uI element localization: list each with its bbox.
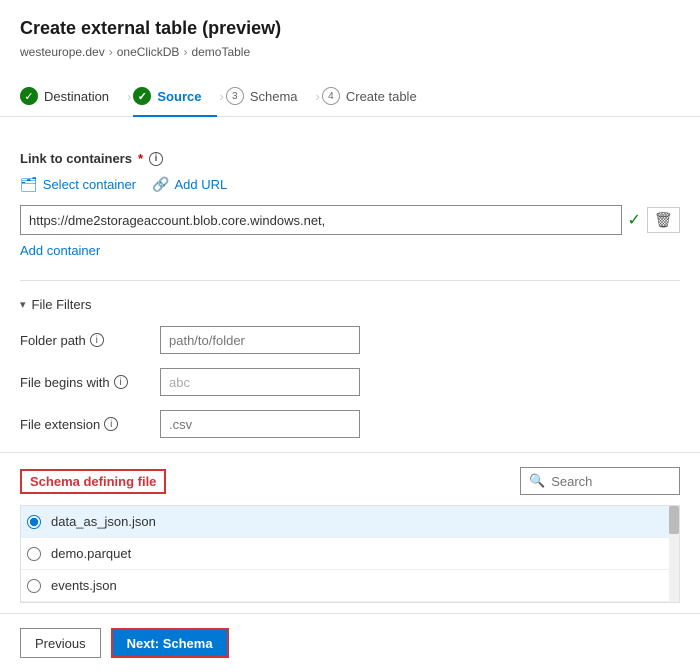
file-radio-3[interactable] (27, 579, 41, 593)
folder-path-info-icon[interactable]: i (90, 333, 104, 347)
search-box[interactable]: 🔍 (520, 467, 680, 495)
step-destination[interactable]: ✓ Destination (20, 77, 125, 117)
step-create-table[interactable]: 4 Create table (322, 77, 433, 117)
link-containers-label: Link to containers * i (20, 151, 680, 166)
file-item-2[interactable]: demo.parquet (21, 538, 679, 570)
url-row: ✓ 🗑 (20, 205, 680, 235)
required-marker: * (138, 151, 143, 166)
step-source-label: Source (157, 89, 201, 104)
main-content: Link to containers * i 🗂 Select containe… (0, 117, 700, 438)
file-items-container: data_as_json.json demo.parquet events.js… (21, 506, 679, 602)
scrollbar-track (669, 506, 679, 602)
link-to-containers-section: Link to containers * i 🗂 Select containe… (20, 151, 680, 276)
schema-section: Schema defining file 🔍 data_as_json.json… (0, 467, 700, 603)
breadcrumb-part1: westeurope.dev (20, 45, 105, 59)
filename-3: events.json (51, 578, 117, 593)
file-radio-1[interactable] (27, 515, 41, 529)
page-wrapper: Create external table (preview) westeuro… (0, 0, 700, 672)
footer: Previous Next: Schema (0, 613, 700, 672)
folder-path-label: Folder path i (20, 333, 160, 348)
schema-header: Schema defining file 🔍 (20, 467, 680, 495)
stepper: ✓ Destination › ✓ Source › 3 Schema › 4 … (0, 77, 700, 117)
file-item-1[interactable]: data_as_json.json (21, 506, 679, 538)
step-create-table-label: Create table (346, 89, 417, 104)
search-icon: 🔍 (529, 473, 545, 489)
step-source[interactable]: ✓ Source (133, 77, 217, 117)
breadcrumb-part2: oneClickDB (117, 45, 180, 59)
url-delete-button[interactable]: 🗑 (647, 207, 680, 233)
filename-1: data_as_json.json (51, 514, 156, 529)
next-schema-button[interactable]: Next: Schema (111, 628, 229, 658)
link-icon: 🔗 (152, 176, 169, 193)
file-extension-row: File extension i (20, 410, 680, 438)
filename-2: demo.parquet (51, 546, 131, 561)
search-input[interactable] (551, 474, 671, 489)
file-filters-section: ▾ File Filters Folder path i File begins… (20, 297, 680, 438)
file-item-3[interactable]: events.json (21, 570, 679, 602)
select-container-tab[interactable]: 🗂 Select container (20, 176, 136, 193)
breadcrumb: westeurope.dev › oneClickDB › demoTable (20, 45, 680, 59)
breadcrumb-sep2: › (183, 45, 187, 59)
folder-path-input[interactable] (160, 326, 360, 354)
schema-title: Schema defining file (20, 469, 166, 494)
scrollbar-thumb[interactable] (669, 506, 679, 534)
add-container-link[interactable]: Add container (20, 243, 100, 258)
file-filters-toggle[interactable]: ▾ File Filters (20, 297, 680, 312)
file-begins-row: File begins with i (20, 368, 680, 396)
link-containers-info-icon[interactable]: i (149, 152, 163, 166)
chevron-down-icon: ▾ (20, 298, 26, 311)
file-extension-info-icon[interactable]: i (104, 417, 118, 431)
step-schema-label: Schema (250, 89, 298, 104)
file-extension-label: File extension i (20, 417, 160, 432)
breadcrumb-sep1: › (109, 45, 113, 59)
step-destination-icon: ✓ (20, 87, 38, 105)
page-header: Create external table (preview) westeuro… (0, 0, 700, 77)
previous-button[interactable]: Previous (20, 628, 101, 658)
divider-1 (20, 280, 680, 281)
schema-file-list: data_as_json.json demo.parquet events.js… (20, 505, 680, 603)
step-source-icon: ✓ (133, 87, 151, 105)
breadcrumb-part3: demoTable (191, 45, 250, 59)
container-icon: 🗂 (20, 176, 38, 193)
step-destination-label: Destination (44, 89, 109, 104)
page-title: Create external table (preview) (20, 18, 680, 39)
file-radio-2[interactable] (27, 547, 41, 561)
folder-path-row: Folder path i (20, 326, 680, 354)
add-url-tab[interactable]: 🔗 Add URL (152, 176, 227, 193)
step-schema-icon: 3 (226, 87, 244, 105)
file-begins-label: File begins with i (20, 375, 160, 390)
url-check-icon[interactable]: ✓ (628, 210, 641, 230)
file-begins-input[interactable] (160, 368, 360, 396)
step-create-table-icon: 4 (322, 87, 340, 105)
file-extension-input[interactable] (160, 410, 360, 438)
divider-2 (0, 452, 700, 453)
container-tabs: 🗂 Select container 🔗 Add URL (20, 176, 680, 193)
file-begins-info-icon[interactable]: i (114, 375, 128, 389)
step-schema[interactable]: 3 Schema (226, 77, 314, 117)
url-input[interactable] (20, 205, 622, 235)
